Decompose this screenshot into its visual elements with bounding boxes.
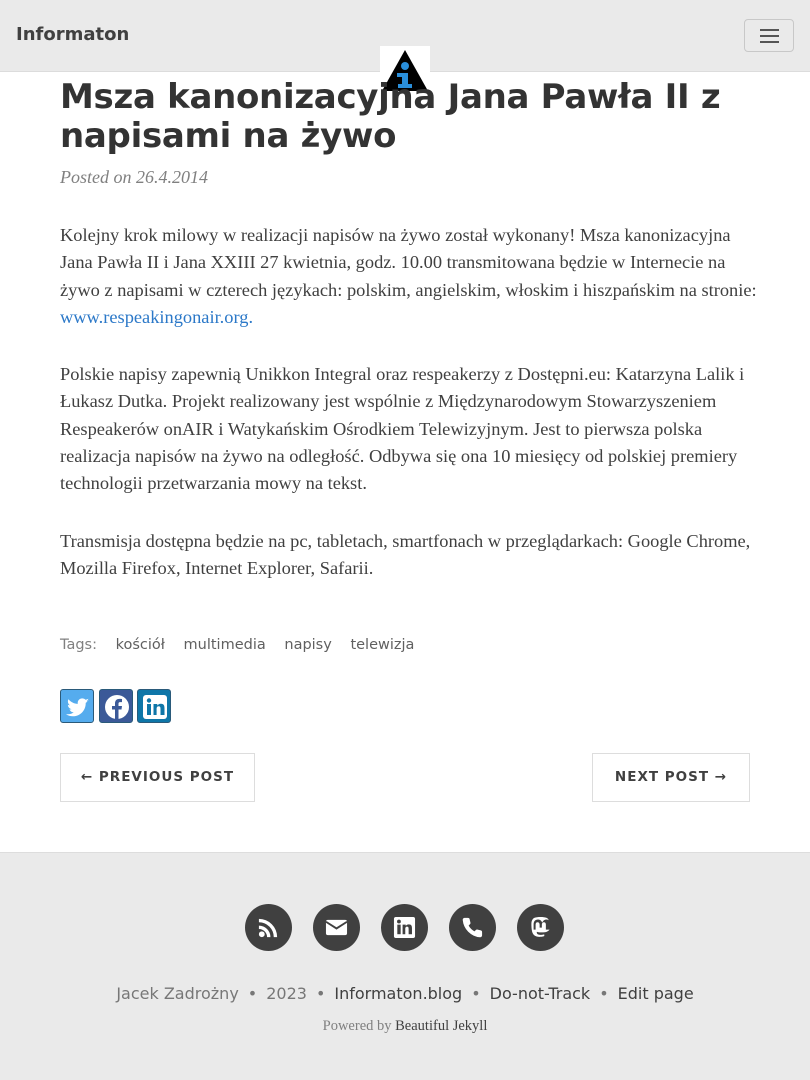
tags-label: Tags: (60, 637, 97, 653)
hamburger-icon-bar (760, 41, 779, 43)
author-name: Jacek Zadrożny (116, 984, 239, 1003)
post-paragraph: Polskie napisy zapewnią Unikkon Integral… (60, 364, 745, 494)
phone-button[interactable] (449, 904, 496, 951)
envelope-icon (325, 919, 348, 936)
menu-toggle-button[interactable] (744, 19, 794, 52)
copyright-year: 2023 (266, 984, 307, 1003)
rss-button[interactable] (245, 904, 292, 951)
beautiful-jekyll-link[interactable]: Beautiful Jekyll (395, 1018, 487, 1034)
post-body: Kolejny krok milowy w realizacji napisów… (60, 222, 760, 612)
post-meta: Posted on 26.4.2014 (60, 167, 208, 187)
separator: • (471, 984, 481, 1003)
paragraph-text: Kolejny krok milowy w realizacji napisów… (60, 225, 757, 300)
respeaking-link[interactable]: www.respeakingonair.org. (60, 307, 253, 327)
post-paragraph: Transmisja dostępna będzie na pc, tablet… (60, 530, 751, 578)
separator: • (247, 984, 258, 1003)
footer: Jacek Zadrożny • 2023 • Informaton.blog • Do-n… (0, 852, 810, 1080)
facebook-share-button[interactable] (99, 689, 133, 723)
twitter-icon (66, 698, 89, 717)
twitter-share-button[interactable] (60, 689, 94, 723)
post-title: Msza kanonizacyjna Jana Pawła II z napis… (60, 77, 721, 156)
tag-link[interactable]: multimedia (184, 637, 266, 653)
phone-icon (462, 917, 483, 938)
powered-by: Powered by Beautiful Jekyll (0, 1018, 810, 1035)
previous-post-button[interactable]: ← PREVIOUS POST (60, 753, 255, 802)
tags: Tags: kościół multimedia napisy telewizj… (60, 637, 428, 653)
tag-link[interactable]: napisy (284, 637, 331, 653)
linkedin-share-button[interactable] (137, 689, 171, 723)
linkedin-icon (143, 695, 167, 719)
rss-icon (258, 918, 278, 938)
linkedin-icon (393, 916, 416, 939)
powered-by-prefix: Powered by (322, 1018, 392, 1034)
tag-link[interactable]: kościół (116, 637, 165, 653)
next-post-button[interactable]: NEXT POST → (592, 753, 750, 802)
post-paragraph: Kolejny krok milowy w realizacji napisów… (60, 222, 760, 331)
separator: • (599, 984, 609, 1003)
mastodon-button[interactable] (517, 904, 564, 951)
edit-page-link[interactable]: Edit page (618, 984, 694, 1003)
do-not-track-link[interactable]: Do-not-Track (490, 984, 591, 1003)
mastodon-icon (531, 916, 551, 937)
separator: • (315, 984, 326, 1003)
tag-link[interactable]: telewizja (350, 637, 414, 653)
site-link[interactable]: Informaton.blog (334, 984, 462, 1003)
copyright: Jacek Zadrożny • 2023 • Informaton.blog • Do-n… (0, 984, 810, 1003)
facebook-icon (105, 695, 129, 719)
linkedin-button[interactable] (381, 904, 428, 951)
email-button[interactable] (313, 904, 360, 951)
hamburger-icon-bar (760, 35, 779, 37)
brand-link[interactable]: Informaton (16, 24, 129, 45)
hamburger-icon (760, 29, 779, 31)
